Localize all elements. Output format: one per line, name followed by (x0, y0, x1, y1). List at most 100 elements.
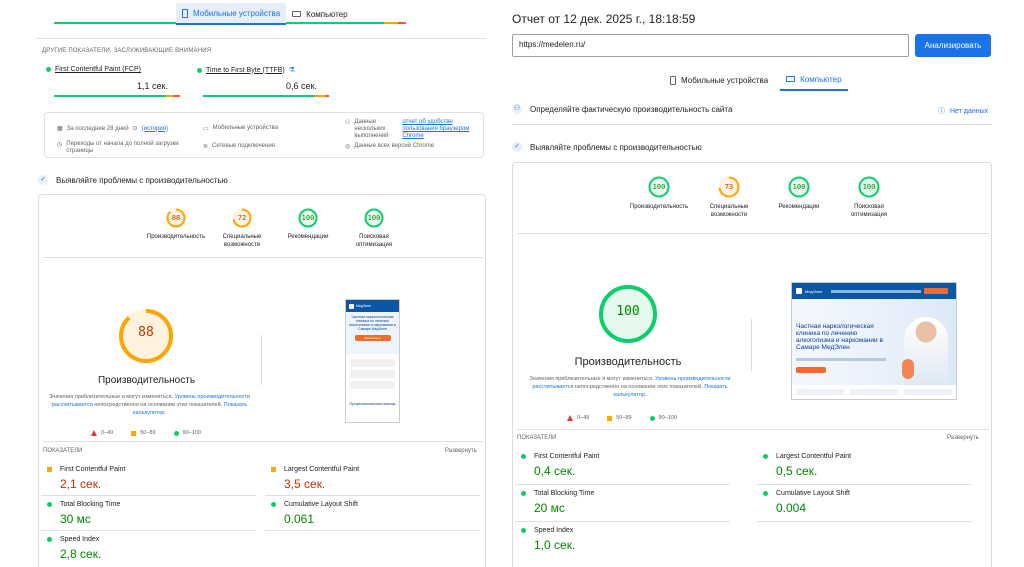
score-ring: 88 (165, 207, 187, 229)
big-score-value: 100 (616, 304, 640, 319)
score-gauge[interactable]: 100 Рекомендации (769, 175, 829, 219)
metric-value: 0,4 сек. (534, 464, 576, 478)
pass-status-icon (271, 502, 276, 507)
metric-item: Total Blocking Time 20 мс (521, 490, 721, 515)
info-icon: ⓘ (938, 108, 945, 115)
metric-value: 0.004 (776, 501, 807, 515)
tab-desktop[interactable]: Компьютер (780, 69, 848, 91)
pass-status-icon (521, 528, 526, 533)
score-legend: 0–49 50–89 90–100 (91, 430, 201, 436)
pass-status-icon (763, 454, 768, 459)
url-input[interactable]: https://medelen.ru/ (512, 34, 909, 57)
category-scores: 100 Производительность 73 Специальные возмо… (629, 175, 899, 219)
metric-label: Speed Index (60, 536, 100, 543)
metric-label: Largest Contentful Paint (284, 466, 360, 473)
metric-item: First Contentful Paint 2,1 сек. (47, 466, 247, 491)
diagnose-section-header: ✓ Выявляйте проблемы с производительност… (512, 142, 702, 152)
tab-mobile[interactable]: Мобильные устройства (664, 69, 774, 91)
pass-status-icon (47, 537, 52, 542)
metric-divider (757, 521, 972, 522)
monitor-icon (786, 76, 796, 82)
average-legend-icon (607, 415, 613, 421)
metric-value: 2,8 сек. (60, 547, 102, 561)
score-gauge[interactable]: 72 Специальные возможности (213, 207, 271, 249)
score-legend: 0–49 50–89 90–100 (567, 415, 677, 421)
analyze-button[interactable]: Анализировать (915, 34, 991, 57)
good-status-icon (46, 67, 51, 72)
metric-label: Cumulative Layout Shift (284, 501, 358, 508)
score-label: Специальные возможности (222, 234, 262, 248)
score-value: 100 (792, 183, 806, 191)
score-gauge[interactable]: 73 Специальные возможности (699, 175, 759, 219)
tab-mobile[interactable]: Мобильные устройства (176, 3, 287, 25)
big-score-label: Производительность (574, 356, 682, 368)
performance-big-gauge: 100 (597, 283, 659, 350)
pass-status-icon (521, 491, 526, 496)
fcp-bar-bad (174, 95, 180, 97)
score-ring: 100 (647, 175, 671, 199)
metric-item: Speed Index 1,0 сек. (521, 527, 721, 552)
score-gauge[interactable]: 100 Рекомендации (279, 207, 337, 249)
expand-toggle[interactable]: Развернуть (445, 448, 477, 454)
score-label: Поисковая оптимизация (850, 204, 888, 218)
average-legend-icon (131, 430, 137, 436)
report-title: Отчет от 12 дек. 2025 г., 18:18:59 (512, 12, 696, 26)
score-disclaimer: Значения приблизительные и могут изменит… (48, 394, 250, 416)
score-gauge[interactable]: 100 Поисковая оптимизация (345, 207, 403, 249)
metric-label: Total Blocking Time (534, 490, 595, 497)
score-label: Рекомендации (778, 204, 820, 210)
ttfb-bar-mid (315, 95, 325, 97)
history-link[interactable]: (история) (142, 126, 168, 132)
expand-toggle[interactable]: Развернуть (947, 435, 979, 441)
desktop-report-panel: Отчет от 12 дек. 2025 г., 18:18:59 https… (498, 0, 1024, 567)
score-gauge[interactable]: 100 Производительность (629, 175, 689, 219)
pass-legend-icon (173, 430, 179, 436)
mobile-screenshot-preview: МедЭлен Частная наркологическая клиника … (345, 299, 400, 423)
pass-legend-icon (649, 415, 655, 421)
no-data-indicator[interactable]: ⓘ Нет данных (938, 106, 988, 116)
monitor-icon (292, 11, 302, 17)
metric-value: 0,5 сек. (776, 464, 818, 478)
metrics-heading: ПОКАЗАТЕЛИ (43, 448, 83, 454)
metric-item: Cumulative Layout Shift 0.061 (271, 501, 471, 526)
score-value: 72 (237, 214, 247, 222)
score-label: Поисковая оптимизация (355, 234, 393, 248)
score-gauge[interactable]: 88 Производительность (147, 207, 205, 249)
fail-legend-icon (567, 415, 573, 421)
ttfb-label[interactable]: Time to First Byte (TTFB) (206, 67, 285, 74)
score-value: 100 (652, 183, 666, 191)
average-status-icon (47, 467, 52, 472)
metric-divider (265, 495, 480, 496)
score-label: Производительность (146, 234, 206, 240)
phone-icon (182, 8, 188, 18)
score-value: 100 (367, 214, 381, 222)
metric-item: First Contentful Paint 0,4 сек. (521, 453, 721, 478)
pass-status-icon (521, 454, 526, 459)
metric-item: Total Blocking Time 30 мс (47, 501, 247, 526)
score-ring: 100 (297, 207, 319, 229)
ttfb-bar-bad (325, 95, 329, 97)
metric-value: 0.061 (284, 512, 315, 526)
fcp-field-metric: First Contentful Paint (FCP) (46, 66, 141, 73)
metric-divider (41, 530, 256, 531)
tab-desktop[interactable]: Компьютер (286, 3, 353, 25)
device-tabs: Мобильные устройства Компьютер (176, 3, 354, 25)
chrome-icon: ◎ (345, 144, 351, 150)
clock-icon: ⊙ (132, 126, 138, 132)
score-gauge[interactable]: 100 Поисковая оптимизация (839, 175, 899, 219)
metric-value: 20 мс (534, 501, 565, 515)
score-disclaimer: Значения приблизительные и могут изменит… (529, 376, 731, 398)
experimental-icon: ⚗ (288, 67, 295, 74)
score-label: Специальные возможности (709, 204, 749, 218)
fcp-label[interactable]: First Contentful Paint (FCP) (55, 66, 141, 73)
phone-icon (670, 75, 676, 85)
score-ring: 73 (717, 175, 741, 199)
people-icon: ⚇ (345, 120, 351, 126)
crux-link[interactable]: отчет об удобстве пользования браузером … (402, 119, 472, 140)
metric-label: First Contentful Paint (534, 453, 600, 460)
fcp-bar-mid (166, 95, 174, 97)
performance-big-gauge: 88 (117, 307, 175, 370)
score-ring: 100 (857, 175, 881, 199)
metric-label: First Contentful Paint (60, 466, 126, 473)
logo-icon (796, 288, 802, 294)
